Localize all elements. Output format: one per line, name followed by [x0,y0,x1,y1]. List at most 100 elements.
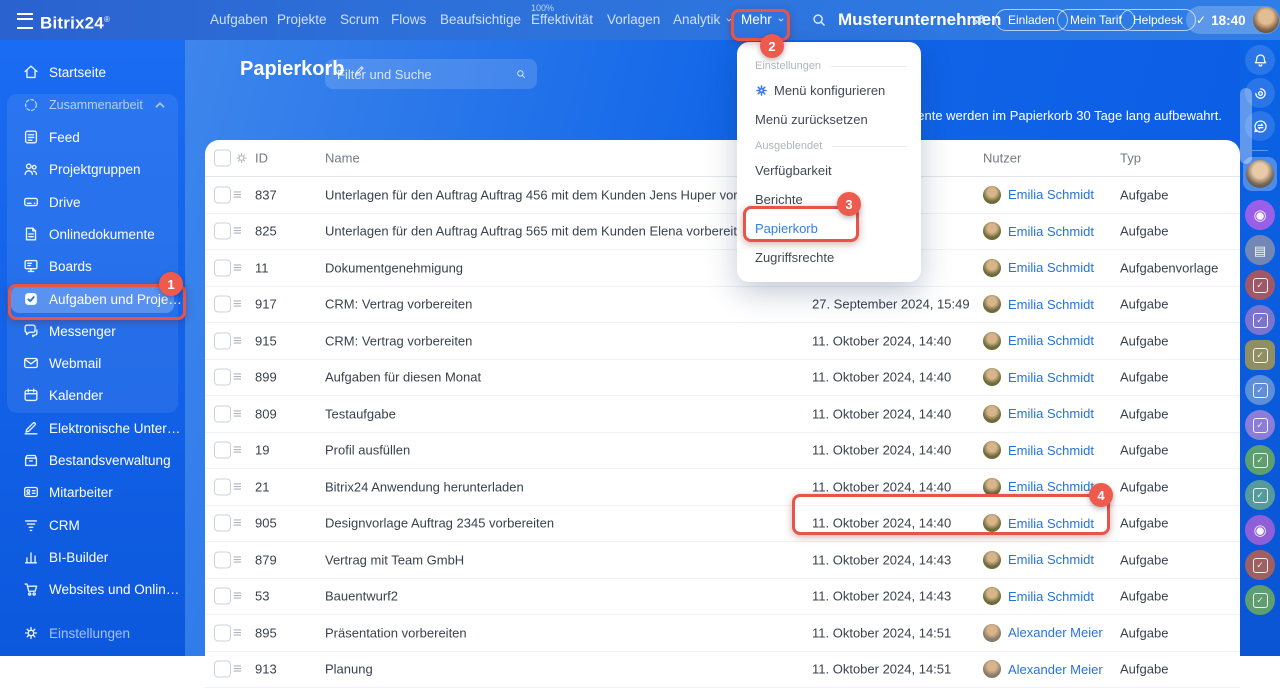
user-link[interactable]: Emilia Schmidt [1008,406,1094,421]
chat-icon[interactable] [1245,305,1275,335]
nav-effektivitaet[interactable]: Effektivität [531,0,593,40]
user-link[interactable]: Alexander Meier [1008,662,1103,677]
row-checkbox[interactable] [214,515,231,532]
menu-item-berichte[interactable]: Berichte [737,185,921,214]
drag-handle-icon[interactable] [233,552,242,567]
menu-item-zugriffsrechte[interactable]: Zugriffsrechte [737,243,921,272]
table-row[interactable]: 915 CRM: Vertrag vorbereiten 11. Oktober… [205,323,1240,360]
sidebar-item-einstellungen[interactable]: Einstellungen [0,617,185,649]
search-icon[interactable] [515,66,527,82]
user-avatar[interactable] [1253,7,1279,33]
user-link[interactable]: Emilia Schmidt [1008,333,1094,348]
sidebar-item-feed[interactable]: Feed [0,121,185,153]
cell-name[interactable]: Dokumentgenehmigung [325,260,463,275]
row-checkbox[interactable] [214,223,231,240]
chat-icon[interactable] [1245,480,1275,510]
nav-vorlagen[interactable]: Vorlagen [607,0,660,40]
user-link[interactable]: Emilia Schmidt [1008,260,1094,275]
filter-search-input[interactable] [335,66,515,83]
cell-name[interactable]: Unterlagen für den Auftrag Auftrag 565 m… [325,224,751,239]
sidebar-item-projektgruppen[interactable]: Projektgruppen [0,153,185,185]
cell-name[interactable]: Profil ausfüllen [325,443,410,458]
row-checkbox[interactable] [214,296,231,313]
cell-name[interactable]: Bauentwurf2 [325,589,398,604]
nav-analytik[interactable]: Analytik [673,0,734,40]
notifications-bell-icon[interactable] [1245,45,1275,75]
table-row[interactable]: 21 Bitrix24 Anwendung herunterladen 11. … [205,469,1240,506]
table-row[interactable]: 917 CRM: Vertrag vorbereiten 27. Septemb… [205,287,1240,324]
drag-handle-icon[interactable] [233,187,242,202]
select-all-checkbox[interactable] [214,150,231,167]
chat-icon[interactable] [1245,585,1275,615]
table-settings-gear-icon[interactable] [234,151,249,166]
drag-handle-icon[interactable] [233,662,242,677]
chat-icon[interactable] [1245,410,1275,440]
user-link[interactable]: Emilia Schmidt [1008,297,1094,312]
chat-icon[interactable] [1245,550,1275,580]
nav-flows[interactable]: Flows [391,0,426,40]
cell-name[interactable]: Präsentation vorbereiten [325,625,467,640]
row-checkbox[interactable] [214,186,231,203]
sidebar-item-elektronische-unterschrift[interactable]: Elektronische Untersc... [0,412,185,444]
app-logo[interactable]: Bitrix24® [40,0,110,40]
sidebar-item-webmail[interactable]: Webmail [0,347,185,379]
right-panel-handle[interactable] [1240,88,1252,164]
table-row[interactable]: 809 Testaufgabe 11. Oktober 2024, 14:40 … [205,396,1240,433]
table-row[interactable]: 19 Profil ausfüllen 11. Oktober 2024, 14… [205,433,1240,470]
helpdesk-button[interactable]: Helpdesk [1120,9,1196,31]
hamburger-menu-icon[interactable] [17,13,33,29]
cell-name[interactable]: Unterlagen für den Auftrag Auftrag 456 m… [325,187,785,202]
cell-name[interactable]: Planung [325,662,373,677]
sidebar-item-boards[interactable]: Boards [0,250,185,282]
table-row[interactable]: 11 Dokumentgenehmigung 15:18 Emilia Schm… [205,250,1240,287]
menu-item-menue-zuruecksetzen[interactable]: Menü zurücksetzen [737,105,921,134]
sidebar-item-messenger[interactable]: Messenger [0,315,185,347]
sidebar-item-mitarbeiter[interactable]: Mitarbeiter [0,476,185,508]
column-header-name[interactable]: Name [325,151,360,166]
nav-mehr[interactable]: Mehr [741,0,786,40]
chat-icon[interactable] [1245,270,1275,300]
drag-handle-icon[interactable] [233,625,242,640]
user-link[interactable]: Emilia Schmidt [1008,552,1094,567]
user-link[interactable]: Emilia Schmidt [1008,589,1094,604]
user-link[interactable]: Emilia Schmidt [1008,479,1094,494]
table-row[interactable]: 913 Planung 11. Oktober 2024, 14:51 Alex… [205,652,1240,688]
row-checkbox[interactable] [214,405,231,422]
menu-item-menue-konfigurieren[interactable]: Menü konfigurieren [737,76,921,105]
search-icon[interactable] [810,11,828,29]
user-link[interactable]: Emilia Schmidt [1008,224,1094,239]
sidebar-item-startseite[interactable]: Startseite [0,56,185,88]
nav-projekte[interactable]: Projekte [277,0,327,40]
row-checkbox[interactable] [214,259,231,276]
user-link[interactable]: Emilia Schmidt [1008,187,1094,202]
sidebar-item-websites[interactable]: Websites und Onlines... [0,573,185,605]
sidebar-item-aufgaben-und-projekte[interactable]: Aufgaben und Projek... [0,283,185,315]
nav-scrum[interactable]: Scrum [340,0,379,40]
chat-icon[interactable] [1245,515,1275,545]
cell-name[interactable]: Aufgaben für diesen Monat [325,370,481,385]
cell-name[interactable]: Vertrag mit Team GmbH [325,552,464,567]
work-timer[interactable]: 18:40 [1186,6,1280,34]
drag-handle-icon[interactable] [233,443,242,458]
user-link[interactable]: Alexander Meier [1008,625,1103,640]
table-row[interactable]: 879 Vertrag mit Team GmbH 11. Oktober 20… [205,542,1240,579]
drag-handle-icon[interactable] [233,224,242,239]
drag-handle-icon[interactable] [233,589,242,604]
chat-icon[interactable] [1245,375,1275,405]
table-row[interactable]: 895 Präsentation vorbereiten 11. Oktober… [205,615,1240,652]
table-row[interactable]: 899 Aufgaben für diesen Monat 11. Oktobe… [205,360,1240,397]
drag-handle-icon[interactable] [233,406,242,421]
drag-handle-icon[interactable] [233,333,242,348]
cell-name[interactable]: Testaufgabe [325,406,396,421]
menu-item-papierkorb[interactable]: Papierkorb [737,214,921,243]
nav-aufgaben[interactable]: Aufgaben [210,0,268,40]
row-checkbox[interactable] [214,551,231,568]
row-checkbox[interactable] [214,442,231,459]
nav-beaufsichtige[interactable]: Beaufsichtige [440,0,521,40]
table-row[interactable]: 837 Unterlagen für den Auftrag Auftrag 4… [205,177,1240,214]
row-checkbox[interactable] [214,478,231,495]
chat-icon[interactable] [1245,235,1275,265]
cell-name[interactable]: Bitrix24 Anwendung herunterladen [325,479,524,494]
column-header-id[interactable]: ID [255,151,268,166]
sidebar-item-onlinedokumente[interactable]: Onlinedokumente [0,218,185,250]
